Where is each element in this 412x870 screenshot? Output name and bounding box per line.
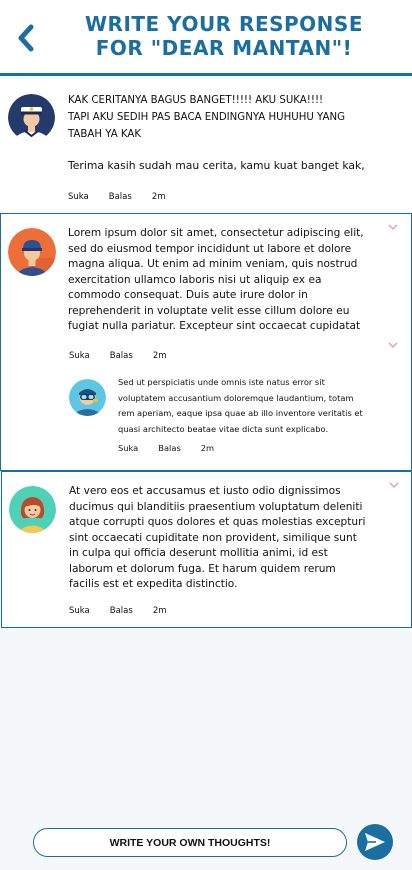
like-button[interactable]: Suka — [69, 606, 90, 616]
reply-text: Sed ut perspiciatis unde omnis iste natu… — [118, 377, 363, 434]
comment-item: KAK CERITANYA BAGUS BANGET!!!!! AKU SUKA… — [0, 79, 412, 213]
reply-button[interactable]: Balas — [110, 606, 133, 616]
comment-text-line-1: KAK CERITANYA BAGUS BANGET!!!!! AKU SUKA… — [68, 95, 324, 106]
like-button[interactable]: Suka — [69, 351, 90, 361]
woman-avatar — [9, 486, 56, 533]
comment-actions: Suka Balas 2m — [68, 192, 186, 202]
comment-text-line-3: Terima kasih sudah mau cerita, kamu kuat… — [68, 159, 365, 172]
timestamp: 2m — [151, 192, 166, 202]
reply-button[interactable]: Balas — [110, 351, 133, 361]
like-button[interactable]: Suka — [68, 192, 89, 202]
page-title-line-1: WRITE YOUR RESPONSE — [85, 12, 363, 36]
comment-actions: Suka Balas 2m — [69, 606, 187, 616]
chevron-left-icon — [18, 24, 34, 52]
reply-button[interactable]: Balas — [109, 192, 132, 202]
comment-text: At vero eos et accusamus et iusto odio d… — [69, 485, 366, 590]
send-icon — [365, 833, 385, 851]
chevron-down-icon[interactable] — [387, 480, 401, 490]
timestamp: 2m — [152, 606, 167, 616]
comment-text-line-2: TAPI AKU SEDIH PAS BACA ENDINGNYA HUHUHU… — [68, 112, 345, 140]
chevron-down-icon[interactable] — [386, 222, 400, 232]
diver-avatar — [69, 379, 106, 416]
timestamp: 2m — [200, 443, 215, 453]
comment-item: At vero eos et accusamus et iusto odio d… — [1, 471, 412, 628]
chevron-down-icon[interactable] — [386, 340, 400, 350]
page-title-line-2: FOR "DEAR MANTAN"! — [95, 36, 353, 60]
comment-text: Lorem ipsum dolor sit amet, consectetur … — [68, 227, 364, 332]
comment-actions: Suka Balas 2m — [69, 351, 187, 361]
reply-button[interactable]: Balas — [158, 443, 181, 453]
header-bar: WRITE YOUR RESPONSE FOR "DEAR MANTAN"! — [0, 0, 412, 76]
reply-actions: Suka Balas 2m — [118, 443, 234, 453]
send-button[interactable] — [357, 824, 393, 860]
thought-input[interactable]: WRITE YOUR OWN THOUGHTS! — [33, 828, 347, 857]
worker-avatar — [8, 228, 56, 276]
comment-item: Lorem ipsum dolor sit amet, consectetur … — [0, 213, 412, 471]
captain-avatar — [8, 94, 55, 141]
back-button[interactable] — [12, 22, 40, 54]
timestamp: 2m — [152, 351, 167, 361]
like-button[interactable]: Suka — [118, 443, 138, 453]
page-title: WRITE YOUR RESPONSE FOR "DEAR MANTAN"! — [48, 12, 400, 60]
